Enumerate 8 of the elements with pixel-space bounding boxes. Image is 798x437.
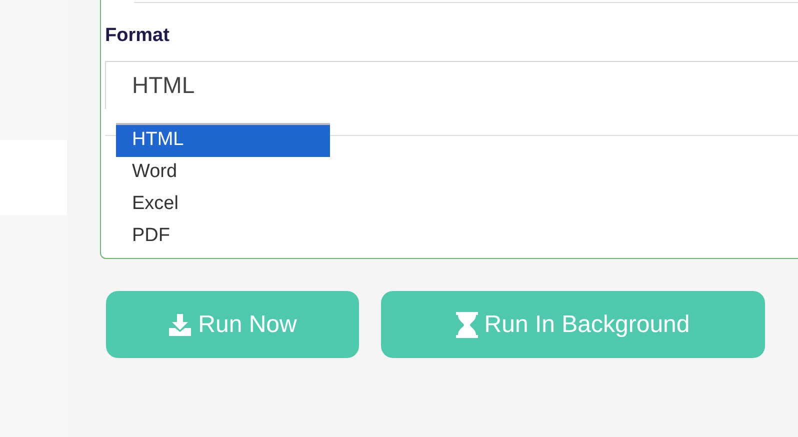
dropdown-option[interactable]: PDF xyxy=(116,220,330,252)
dropdown-option[interactable]: Word xyxy=(116,156,330,188)
download-icon xyxy=(168,314,192,336)
hourglass-icon xyxy=(456,312,478,338)
format-select[interactable]: HTML xyxy=(105,60,798,108)
dropdown-option[interactable]: Excel xyxy=(116,188,330,220)
dropdown-option[interactable]: HTML xyxy=(116,124,330,156)
format-label: Format xyxy=(105,24,170,48)
